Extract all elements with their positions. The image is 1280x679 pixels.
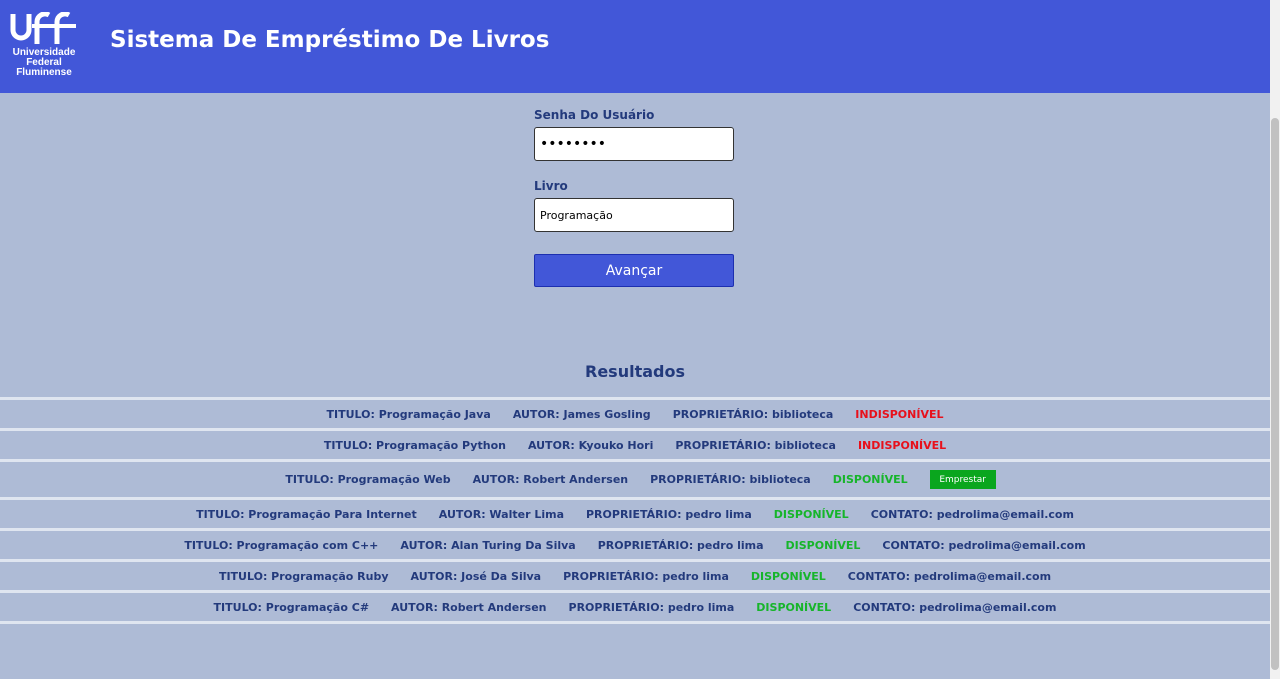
result-title: TITULO: Programação Web xyxy=(285,473,451,486)
result-author: AUTOR: José Da Silva xyxy=(410,569,542,583)
result-owner: PROPRIETÁRIO: biblioteca xyxy=(672,407,834,421)
status-badge: DISPONÍVEL xyxy=(750,569,826,583)
results-list: TITULO: Programação Java AUTOR: James Go… xyxy=(0,397,1270,624)
scrollbar-thumb[interactable] xyxy=(1271,118,1279,670)
submit-button[interactable]: Avançar xyxy=(534,254,734,287)
result-row: TITULO: Programação Para Internet AUTOR:… xyxy=(0,497,1270,528)
result-title: TITULO: Programação com C++ xyxy=(184,538,379,552)
result-author: AUTOR: Robert Andersen xyxy=(472,473,629,486)
result-owner: PROPRIETÁRIO: biblioteca xyxy=(675,438,836,452)
lend-button[interactable]: Emprestar xyxy=(929,470,996,489)
result-owner: PROPRIETÁRIO: pedro lima xyxy=(563,569,729,583)
result-author: AUTOR: James Gosling xyxy=(512,407,651,421)
result-author: AUTOR: Walter Lima xyxy=(438,507,564,521)
search-form: Senha Do Usuário •••••••• Livro Programa… xyxy=(534,108,734,287)
result-author: AUTOR: Robert Andersen xyxy=(391,600,547,614)
result-contact: CONTATO: pedrolima@email.com xyxy=(853,600,1057,614)
results-title: Resultados xyxy=(585,362,685,381)
header: Universidade Federal Fluminense Sistema … xyxy=(0,0,1270,93)
book-field[interactable]: Programação xyxy=(534,198,734,232)
result-title: TITULO: Programação Java xyxy=(326,407,491,421)
result-row: TITULO: Programação Java AUTOR: James Go… xyxy=(0,397,1270,428)
result-row: TITULO: Programação Web AUTOR: Robert An… xyxy=(0,459,1270,497)
uff-logo: Universidade Federal Fluminense xyxy=(10,12,78,82)
status-badge: INDISPONÍVEL xyxy=(855,407,944,421)
result-owner: PROPRIETÁRIO: pedro lima xyxy=(568,600,735,614)
result-owner: PROPRIETÁRIO: biblioteca xyxy=(650,473,811,486)
result-author: AUTOR: Alan Turing Da Silva xyxy=(400,538,576,552)
status-badge: DISPONÍVEL xyxy=(785,538,861,552)
password-label: Senha Do Usuário xyxy=(534,108,655,122)
result-contact: CONTATO: pedrolima@email.com xyxy=(870,507,1074,521)
result-row: TITULO: Programação com C++ AUTOR: Alan … xyxy=(0,528,1270,559)
result-contact: CONTATO: pedrolima@email.com xyxy=(882,538,1086,552)
result-row: TITULO: Programação C# AUTOR: Robert And… xyxy=(0,590,1270,624)
status-badge: DISPONÍVEL xyxy=(756,600,832,614)
result-title: TITULO: Programação C# xyxy=(213,600,370,614)
password-field[interactable]: •••••••• xyxy=(534,127,734,161)
status-badge: INDISPONÍVEL xyxy=(857,438,947,452)
result-title: TITULO: Programação Python xyxy=(323,438,506,452)
result-row: TITULO: Programação Python AUTOR: Kyouko… xyxy=(0,428,1270,459)
page-title: Sistema De Empréstimo De Livros xyxy=(110,27,550,53)
status-badge: DISPONÍVEL xyxy=(773,507,849,521)
uff-logo-mark xyxy=(10,12,76,44)
result-owner: PROPRIETÁRIO: pedro lima xyxy=(586,507,752,521)
result-row: TITULO: Programação Ruby AUTOR: José Da … xyxy=(0,559,1270,590)
logo-line: Fluminense xyxy=(16,67,72,78)
book-label: Livro xyxy=(534,179,568,193)
result-author: AUTOR: Kyouko Hori xyxy=(527,438,654,452)
result-title: TITULO: Programação Para Internet xyxy=(196,507,417,521)
logo-text: Universidade Federal Fluminense xyxy=(10,48,78,78)
result-contact: CONTATO: pedrolima@email.com xyxy=(847,569,1052,583)
result-title: TITULO: Programação Ruby xyxy=(218,569,389,583)
scrollbar[interactable] xyxy=(1270,0,1280,679)
result-owner: PROPRIETÁRIO: pedro lima xyxy=(597,538,764,552)
status-badge: DISPONÍVEL xyxy=(832,473,908,486)
